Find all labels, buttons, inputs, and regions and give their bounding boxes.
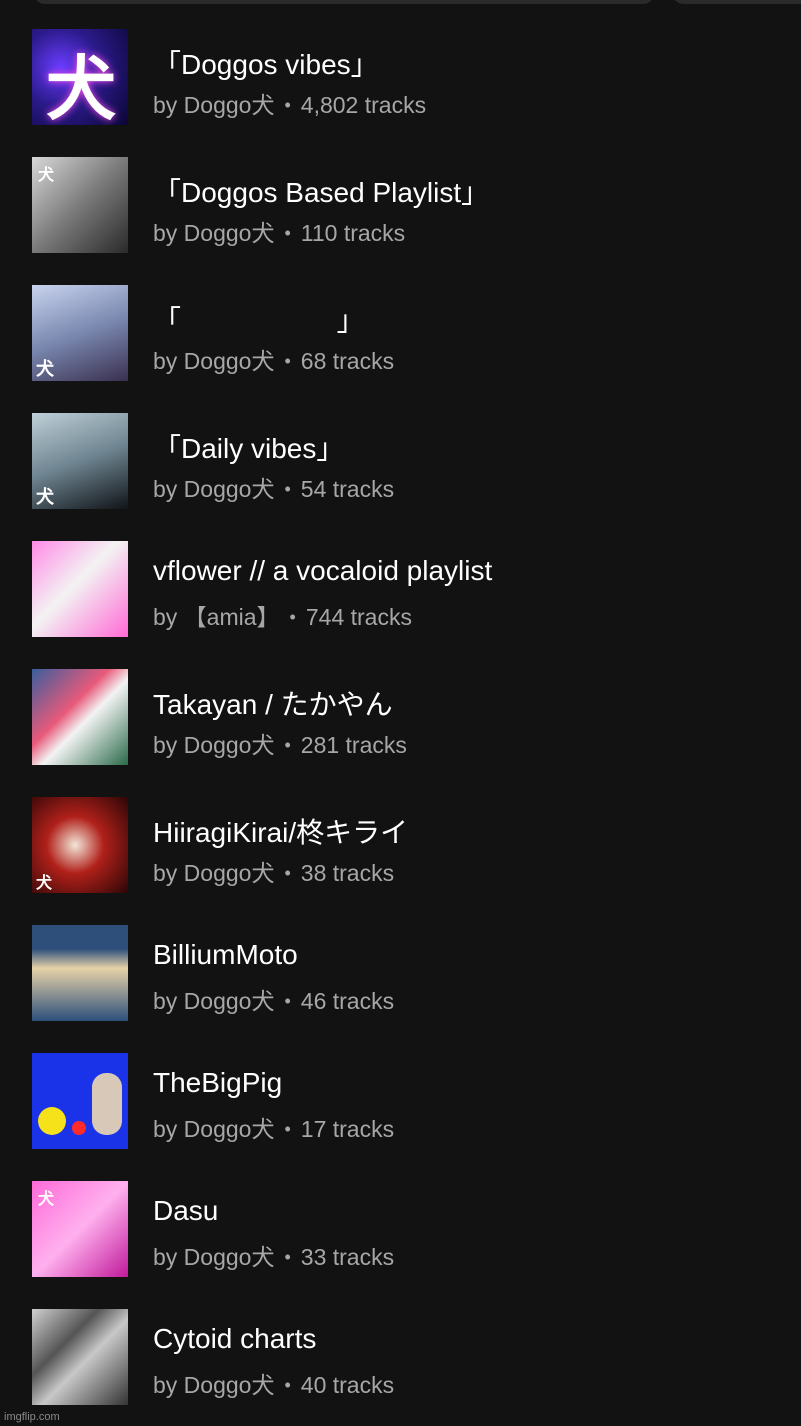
playlist-cover xyxy=(32,541,128,637)
playlist-title: Takayan / たかやん xyxy=(153,689,393,720)
playlist-meta: by Doggo犬 • 4,802 tracks xyxy=(153,86,426,120)
track-count: 54 tracks xyxy=(300,476,395,502)
track-count: 4,802 tracks xyxy=(300,92,427,118)
track-count: 40 tracks xyxy=(300,1372,395,1398)
kanji-glyph: 犬 xyxy=(36,873,53,892)
playlist-title: 「 」 xyxy=(153,305,365,336)
sort-filter-button[interactable] xyxy=(672,0,801,4)
separator-dot: • xyxy=(289,607,296,627)
playlist-owner: by Doggo犬 xyxy=(153,220,275,246)
playlist-meta: by 【amia】 • 744 tracks xyxy=(153,598,412,632)
track-count: 46 tracks xyxy=(300,988,395,1014)
separator-dot: • xyxy=(284,1375,291,1395)
separator-dot: • xyxy=(284,95,291,115)
playlist-cover: 犬 xyxy=(32,285,128,381)
separator-dot: • xyxy=(284,223,291,243)
playlist-row[interactable]: TheBigPig by Doggo犬 • 17 tracks xyxy=(0,1053,801,1181)
playlist-row[interactable]: 犬 Dasu by Doggo犬 • 33 tracks xyxy=(0,1181,801,1309)
track-count: 110 tracks xyxy=(300,220,406,246)
separator-dot: • xyxy=(284,735,291,755)
playlist-meta: by Doggo犬 • 40 tracks xyxy=(153,1366,394,1400)
playlist-row[interactable]: 犬 「 」 by Doggo犬 • 68 tracks xyxy=(0,285,801,413)
playlist-title: 「Doggos vibes」 xyxy=(153,49,379,80)
playlist-title: BilliumMoto xyxy=(153,939,298,970)
playlist-title: vflower // a vocaloid playlist xyxy=(153,555,493,586)
grub-shape xyxy=(92,1073,122,1135)
playlist-title: 「Doggos Based Playlist」 xyxy=(153,177,490,208)
playlist-title: TheBigPig xyxy=(153,1067,283,1098)
playlist-cover: 犬 xyxy=(32,797,128,893)
track-count: 68 tracks xyxy=(300,348,395,374)
playlist-owner: by Doggo犬 xyxy=(153,92,275,118)
playlist-owner: by Doggo犬 xyxy=(153,1372,275,1398)
playlist-meta: by Doggo犬 • 17 tracks xyxy=(153,1110,394,1144)
playlist-meta: by Doggo犬 • 38 tracks xyxy=(153,854,394,888)
playlist-row[interactable]: 犬 「Doggos Based Playlist」 by Doggo犬 • 110 … xyxy=(0,157,801,285)
playlist-row[interactable]: vflower // a vocaloid playlist by 【amia】… xyxy=(0,541,801,669)
playlist-cover xyxy=(32,925,128,1021)
playlist-owner: by Doggo犬 xyxy=(153,860,275,886)
playlist-owner: by Doggo犬 xyxy=(153,476,275,502)
playlist-owner: by Doggo犬 xyxy=(153,1116,275,1142)
search-bar[interactable] xyxy=(33,0,655,4)
separator-dot: • xyxy=(284,863,291,883)
playlist-owner: by 【amia】 xyxy=(153,604,280,630)
playlist-title: 「Daily vibes」 xyxy=(153,433,345,464)
track-count: 38 tracks xyxy=(300,860,395,886)
separator-dot: • xyxy=(284,1119,291,1139)
separator-dot: • xyxy=(284,991,291,1011)
playlist-cover: 犬 xyxy=(32,413,128,509)
playlist-owner: by Doggo犬 xyxy=(153,348,275,374)
watermark: imgflip.com xyxy=(4,1411,60,1423)
library-page: 犬 「Doggos vibes」 by Doggo犬 • 4,802 tracks … xyxy=(0,0,801,1426)
separator-dot: • xyxy=(284,351,291,371)
playlist-cover xyxy=(32,1053,128,1149)
track-count: 33 tracks xyxy=(300,1244,395,1270)
track-count: 281 tracks xyxy=(300,732,407,758)
yellow-dot-shape xyxy=(38,1107,66,1135)
playlist-row[interactable]: 犬 HiiragiKirai/柊キライ by Doggo犬 • 38 tracks xyxy=(0,797,801,925)
playlist-cover: 犬 xyxy=(32,157,128,253)
kanji-glyph: 犬 xyxy=(46,47,116,125)
playlist-owner: by Doggo犬 xyxy=(153,988,275,1014)
kanji-glyph: 犬 xyxy=(38,165,55,184)
red-dot-shape xyxy=(72,1121,86,1135)
playlist-cover: 犬 xyxy=(32,29,128,125)
playlist-owner: by Doggo犬 xyxy=(153,732,275,758)
separator-dot: • xyxy=(284,1247,291,1267)
playlist-title: HiiragiKirai/柊キライ xyxy=(153,817,409,848)
playlist-owner: by Doggo犬 xyxy=(153,1244,275,1270)
playlist-meta: by Doggo犬 • 110 tracks xyxy=(153,214,405,248)
kanji-glyph: 犬 xyxy=(36,487,54,508)
playlist-cover xyxy=(32,669,128,765)
playlist-meta: by Doggo犬 • 54 tracks xyxy=(153,470,394,504)
playlist-title: Dasu xyxy=(153,1195,219,1226)
separator-dot: • xyxy=(284,479,291,499)
playlist-row[interactable]: Takayan / たかやん by Doggo犬 • 281 tracks xyxy=(0,669,801,797)
playlist-row[interactable]: BilliumMoto by Doggo犬 • 46 tracks xyxy=(0,925,801,1053)
playlist-cover: 犬 xyxy=(32,1181,128,1277)
playlist-meta: by Doggo犬 • 281 tracks xyxy=(153,726,407,760)
playlist-title: Cytoid charts xyxy=(153,1323,317,1354)
playlist-row[interactable]: 犬 「Daily vibes」 by Doggo犬 • 54 tracks xyxy=(0,413,801,541)
playlist-row[interactable]: Cytoid charts by Doggo犬 • 40 tracks xyxy=(0,1309,801,1426)
playlist-meta: by Doggo犬 • 46 tracks xyxy=(153,982,394,1016)
playlist-meta: by Doggo犬 • 68 tracks xyxy=(153,342,394,376)
kanji-glyph: 犬 xyxy=(38,1189,55,1208)
track-count: 744 tracks xyxy=(305,604,412,630)
kanji-glyph: 犬 xyxy=(36,359,54,380)
playlist-row[interactable]: 犬 「Doggos vibes」 by Doggo犬 • 4,802 tracks xyxy=(0,29,801,157)
track-count: 17 tracks xyxy=(300,1116,395,1142)
playlist-cover xyxy=(32,1309,128,1405)
playlist-meta: by Doggo犬 • 33 tracks xyxy=(153,1238,394,1272)
